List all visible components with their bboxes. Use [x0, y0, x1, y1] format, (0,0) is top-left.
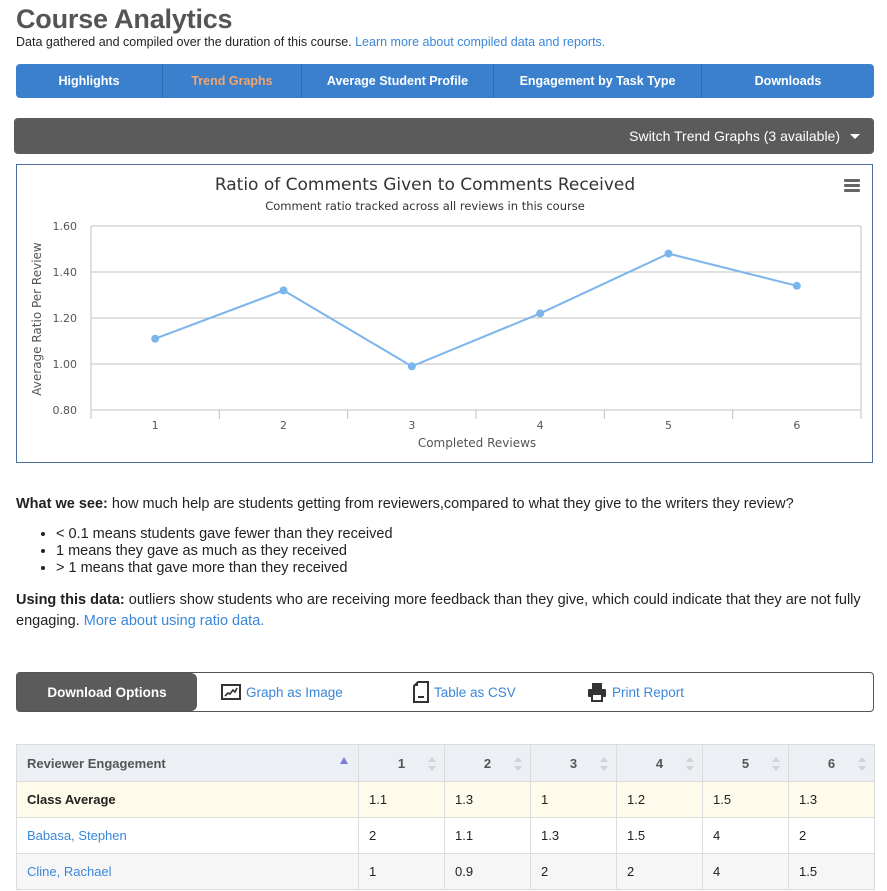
table-cell: 1.3 [788, 781, 875, 818]
analytics-tabs: Highlights Trend Graphs Average Student … [16, 64, 874, 98]
table-cell: 1 [358, 853, 445, 890]
ratio-data-link[interactable]: More about using ratio data. [84, 613, 265, 629]
column-header-5[interactable]: 5 [702, 744, 789, 782]
print-report-link[interactable]: Print Report [587, 682, 684, 702]
data-point[interactable] [792, 281, 801, 290]
table-row: Cline, Rachael 1 0.9 2 2 4 1.5 [16, 853, 875, 890]
page-title: Course Analytics [16, 4, 233, 34]
graph-as-image-link[interactable]: Graph as Image [221, 684, 343, 700]
reviewer-engagement-table: Reviewer Engagement 1 2 3 4 5 6 Class Av… [16, 744, 875, 890]
what-we-see: What we see: how much help are students … [16, 496, 794, 512]
chart-grid [90, 225, 862, 411]
tab-engagement-by-task-type[interactable]: Engagement by Task Type [494, 64, 702, 98]
sort-icon [600, 757, 608, 771]
tab-highlights[interactable]: Highlights [16, 64, 163, 98]
data-point[interactable] [536, 309, 545, 318]
column-header-4[interactable]: 4 [616, 744, 703, 782]
table-cell: 2 [358, 817, 445, 854]
x-axis-label: Completed Reviews [418, 436, 536, 450]
table-cell: 1.5 [788, 853, 875, 890]
table-cell: 2 [616, 853, 703, 890]
tab-trend-graphs[interactable]: Trend Graphs [163, 64, 302, 98]
data-point[interactable] [407, 362, 416, 371]
table-cell: 1.5 [616, 817, 703, 854]
student-link[interactable]: Babasa, Stephen [27, 828, 127, 843]
table-cell: 1.2 [616, 781, 703, 818]
sort-icon [428, 757, 436, 771]
learn-more-link[interactable]: Learn more about compiled data and repor… [355, 35, 605, 49]
download-options-bar: Download Options Graph as Image Table as… [16, 672, 874, 712]
x-tick-label: 2 [280, 419, 287, 432]
table-cell: 1 [530, 781, 617, 818]
y-tick-label: 0.80 [53, 404, 78, 417]
table-header-row: Reviewer Engagement 1 2 3 4 5 6 [16, 744, 875, 782]
y-tick-label: 1.00 [53, 358, 78, 371]
student-link[interactable]: Cline, Rachael [27, 864, 112, 879]
table-cell: 1.3 [444, 781, 531, 818]
series-line [154, 252, 798, 368]
subtitle-text: Data gathered and compiled over the dura… [16, 35, 352, 49]
sort-icon [514, 757, 522, 771]
x-axis: 1 2 3 4 5 6 [90, 410, 862, 432]
row-name: Class Average [16, 781, 359, 818]
printer-icon [588, 683, 606, 702]
y-tick-label: 1.40 [53, 266, 78, 279]
sort-icon [772, 757, 780, 771]
x-tick-label: 1 [152, 419, 159, 432]
sort-ascending-icon [340, 757, 348, 764]
column-header-2[interactable]: 2 [444, 744, 531, 782]
switch-trend-graphs-dropdown[interactable]: Switch Trend Graphs (3 available) [14, 118, 874, 154]
sort-icon [686, 757, 694, 771]
chart-menu-icon[interactable] [844, 179, 860, 193]
using-this-data: Using this data: outliers show students … [16, 592, 861, 629]
ratio-legend-list: < 0.1 means students gave fewer than the… [16, 526, 876, 577]
table-cell: 0.9 [444, 853, 531, 890]
download-options-title: Download Options [17, 673, 197, 711]
sort-icon [858, 757, 866, 771]
chart-subtitle: Comment ratio tracked across all reviews… [265, 199, 585, 213]
column-header-1[interactable]: 1 [358, 744, 445, 782]
data-point[interactable] [279, 286, 288, 295]
table-cell: 2 [788, 817, 875, 854]
line-chart: Ratio of Comments Given to Comments Rece… [30, 175, 862, 450]
switch-trend-graphs-label: Switch Trend Graphs (3 available) [629, 128, 840, 144]
column-header-reviewer-engagement[interactable]: Reviewer Engagement [16, 744, 359, 782]
x-tick-label: 6 [793, 419, 800, 432]
table-as-csv-link[interactable]: Table as CSV [413, 681, 516, 703]
csv-file-icon [413, 681, 429, 703]
tab-downloads[interactable]: Downloads [702, 64, 874, 98]
table-cell: 1.1 [358, 781, 445, 818]
y-tick-label: 1.20 [53, 312, 78, 325]
table-cell: 4 [702, 853, 789, 890]
chart-container: Ratio of Comments Given to Comments Rece… [16, 164, 873, 463]
x-tick-label: 5 [665, 419, 672, 432]
caret-down-icon [850, 133, 860, 139]
data-point[interactable] [151, 334, 160, 343]
table-cell: 2 [530, 853, 617, 890]
y-axis-label: Average Ratio Per Review [30, 242, 44, 396]
chart-description: What we see: how much help are students … [16, 496, 876, 632]
table-cell: 1.3 [530, 817, 617, 854]
page-subtitle: Data gathered and compiled over the dura… [16, 35, 605, 49]
graph-image-icon [221, 684, 241, 700]
tab-average-student-profile[interactable]: Average Student Profile [302, 64, 494, 98]
table-row: Babasa, Stephen 2 1.1 1.3 1.5 4 2 [16, 817, 875, 854]
x-tick-label: 3 [408, 419, 415, 432]
y-axis: 0.80 1.00 1.20 1.40 1.60 [53, 220, 78, 417]
table-row-class-average: Class Average 1.1 1.3 1 1.2 1.5 1.3 [16, 781, 875, 818]
table-cell: 1.5 [702, 781, 789, 818]
column-header-6[interactable]: 6 [788, 744, 875, 782]
data-point[interactable] [664, 249, 673, 258]
column-header-3[interactable]: 3 [530, 744, 617, 782]
x-tick-label: 4 [537, 419, 544, 432]
table-cell: 1.1 [444, 817, 531, 854]
list-item: > 1 means that gave more than they recei… [56, 560, 876, 577]
chart-series [151, 249, 801, 371]
y-tick-label: 1.60 [53, 220, 78, 233]
table-cell: 4 [702, 817, 789, 854]
chart-title: Ratio of Comments Given to Comments Rece… [215, 175, 635, 195]
list-item: < 0.1 means students gave fewer than the… [56, 526, 876, 543]
list-item: 1 means they gave as much as they receiv… [56, 543, 876, 560]
